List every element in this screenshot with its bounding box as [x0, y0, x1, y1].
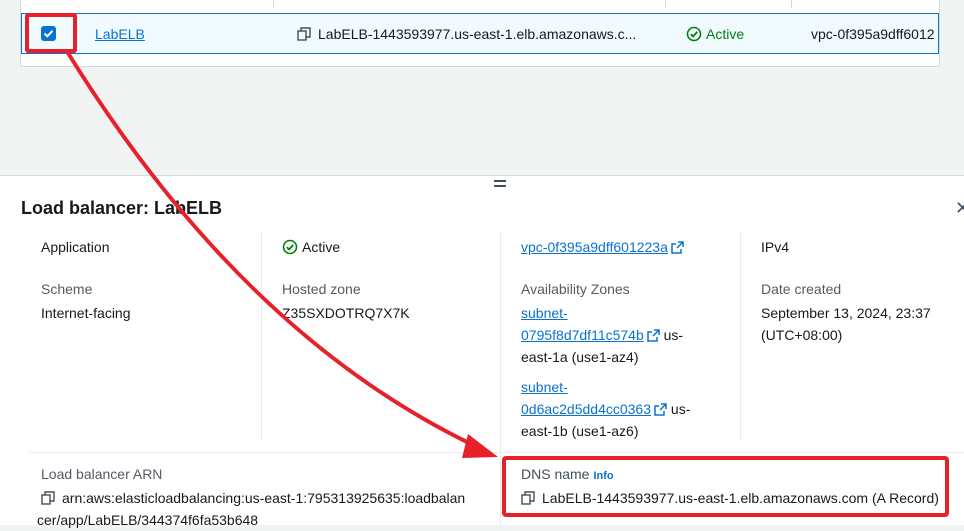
- annotation-arrow: [66, 51, 498, 458]
